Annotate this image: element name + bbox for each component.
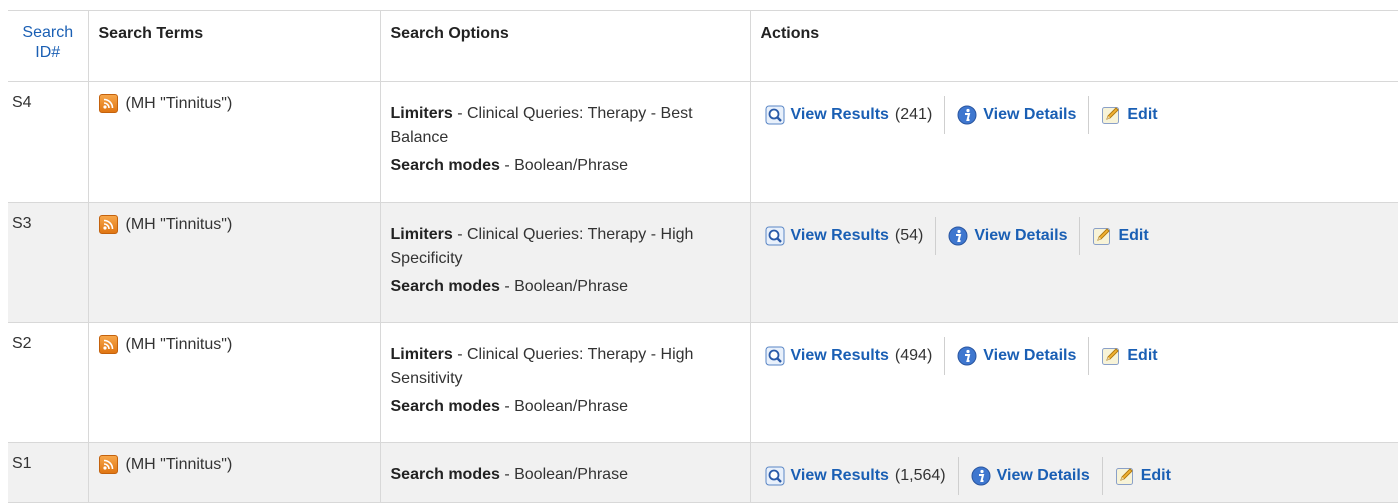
search-modes-value: - Boolean/Phrase xyxy=(499,278,628,295)
rss-feed-icon[interactable] xyxy=(98,335,118,354)
table-row: S2 (MH "Tinnitus") Limiters - Clinical Q… xyxy=(8,322,1398,443)
search-terms-cell: (MH "Tinnitus") xyxy=(87,202,381,323)
info-icon[interactable] xyxy=(957,346,977,366)
actions-cell: View Results (494) View Details Edit xyxy=(749,322,1398,443)
edit-action: Edit xyxy=(1101,337,1169,375)
search-options-cell: Limiters - Clinical Queries: Therapy - H… xyxy=(379,202,751,323)
search-terms-cell: (MH "Tinnitus") xyxy=(87,81,381,203)
edit-action: Edit xyxy=(1101,96,1169,134)
edit-link[interactable]: Edit xyxy=(1127,347,1157,365)
search-terms-text: (MH "Tinnitus") xyxy=(125,335,233,353)
column-header-search-options: Search Options xyxy=(379,10,751,82)
search-modes-value: - Boolean/Phrase xyxy=(499,466,628,483)
search-id-cell: S1 xyxy=(8,442,89,503)
view-results-action: View Results (241) xyxy=(765,96,946,134)
limiters-line: Limiters - Clinical Queries: Therapy - H… xyxy=(391,343,740,391)
edit-action: Edit xyxy=(1115,457,1183,495)
search-terms-text: (MH "Tinnitus") xyxy=(125,94,233,112)
search-modes-value: - Boolean/Phrase xyxy=(499,398,628,415)
search-terms-text: (MH "Tinnitus") xyxy=(125,215,233,233)
view-details-link[interactable]: View Details xyxy=(997,467,1090,485)
result-count: (494) xyxy=(894,347,933,364)
limiters-label: Limiters xyxy=(390,105,453,122)
search-modes-line: Search modes - Boolean/Phrase xyxy=(391,275,740,299)
column-header-search-terms: Search Terms xyxy=(87,10,381,82)
actions-cell: View Results (1,564) View Details Edit xyxy=(749,442,1398,503)
magnifier-icon[interactable] xyxy=(765,466,785,486)
actions-cell: View Results (241) View Details Edit xyxy=(749,81,1398,203)
search-modes-label: Search modes xyxy=(390,398,500,415)
info-icon[interactable] xyxy=(957,105,977,125)
edit-link[interactable]: Edit xyxy=(1127,106,1157,124)
view-results-link[interactable]: View Results xyxy=(791,347,889,365)
search-id-cell: S4 xyxy=(8,81,89,203)
search-options-cell: Search modes - Boolean/Phrase xyxy=(379,442,751,503)
search-options-cell: Limiters - Clinical Queries: Therapy - B… xyxy=(379,81,751,203)
view-results-action: View Results (494) xyxy=(765,337,946,375)
limiters-line: Limiters - Clinical Queries: Therapy - B… xyxy=(391,102,740,150)
edit-pencil-icon[interactable] xyxy=(1092,226,1112,246)
limiters-label: Limiters xyxy=(390,346,453,363)
view-details-link[interactable]: View Details xyxy=(974,227,1067,245)
edit-link[interactable]: Edit xyxy=(1118,227,1148,245)
view-results-link[interactable]: View Results xyxy=(791,467,889,485)
rss-feed-icon[interactable] xyxy=(98,455,118,474)
table-row: S1 (MH "Tinnitus") Search modes - Boolea… xyxy=(8,442,1398,503)
magnifier-icon[interactable] xyxy=(765,105,785,125)
view-results-action: View Results (1,564) xyxy=(765,457,959,495)
view-results-action: View Results (54) xyxy=(765,217,937,255)
rss-feed-icon[interactable] xyxy=(98,215,118,234)
view-details-action: View Details xyxy=(971,457,1103,495)
info-icon[interactable] xyxy=(971,466,991,486)
table-row: S4 (MH "Tinnitus") Limiters - Clinical Q… xyxy=(8,81,1398,203)
search-options-cell: Limiters - Clinical Queries: Therapy - H… xyxy=(379,322,751,443)
edit-link[interactable]: Edit xyxy=(1141,467,1171,485)
edit-action: Edit xyxy=(1092,217,1160,255)
result-count: (54) xyxy=(894,227,924,244)
table-row: S3 (MH "Tinnitus") Limiters - Clinical Q… xyxy=(8,202,1398,323)
search-id-cell: S3 xyxy=(8,202,89,323)
search-terms-cell: (MH "Tinnitus") xyxy=(87,442,381,503)
edit-pencil-icon[interactable] xyxy=(1101,105,1121,125)
magnifier-icon[interactable] xyxy=(765,346,785,366)
table-header-row: Search ID# Search Terms Search Options A… xyxy=(8,10,1398,82)
limiters-line: Limiters - Clinical Queries: Therapy - H… xyxy=(391,223,740,271)
search-history-table: Search ID# Search Terms Search Options A… xyxy=(8,10,1398,503)
view-results-link[interactable]: View Results xyxy=(791,227,889,245)
result-count: (241) xyxy=(894,106,933,123)
view-details-action: View Details xyxy=(948,217,1081,255)
view-details-link[interactable]: View Details xyxy=(983,347,1076,365)
search-modes-label: Search modes xyxy=(390,157,500,174)
search-modes-label: Search modes xyxy=(390,466,500,483)
edit-pencil-icon[interactable] xyxy=(1115,466,1135,486)
actions-cell: View Results (54) View Details Edit xyxy=(749,202,1398,323)
view-details-action: View Details xyxy=(957,96,1090,134)
rss-feed-icon[interactable] xyxy=(98,94,118,113)
magnifier-icon[interactable] xyxy=(765,226,785,246)
search-id-cell: S2 xyxy=(8,322,89,443)
column-header-actions: Actions xyxy=(749,10,1398,82)
search-modes-value: - Boolean/Phrase xyxy=(499,157,628,174)
search-modes-label: Search modes xyxy=(390,278,500,295)
view-details-link[interactable]: View Details xyxy=(983,106,1076,124)
column-header-search-id[interactable]: Search ID# xyxy=(8,10,89,82)
search-terms-text: (MH "Tinnitus") xyxy=(125,455,233,473)
info-icon[interactable] xyxy=(948,226,968,246)
limiters-label: Limiters xyxy=(390,226,453,243)
search-modes-line: Search modes - Boolean/Phrase xyxy=(391,154,740,178)
search-modes-line: Search modes - Boolean/Phrase xyxy=(391,395,740,419)
result-count: (1,564) xyxy=(894,467,946,484)
search-modes-line: Search modes - Boolean/Phrase xyxy=(391,463,740,487)
view-results-link[interactable]: View Results xyxy=(791,106,889,124)
edit-pencil-icon[interactable] xyxy=(1101,346,1121,366)
search-terms-cell: (MH "Tinnitus") xyxy=(87,322,381,443)
view-details-action: View Details xyxy=(957,337,1090,375)
